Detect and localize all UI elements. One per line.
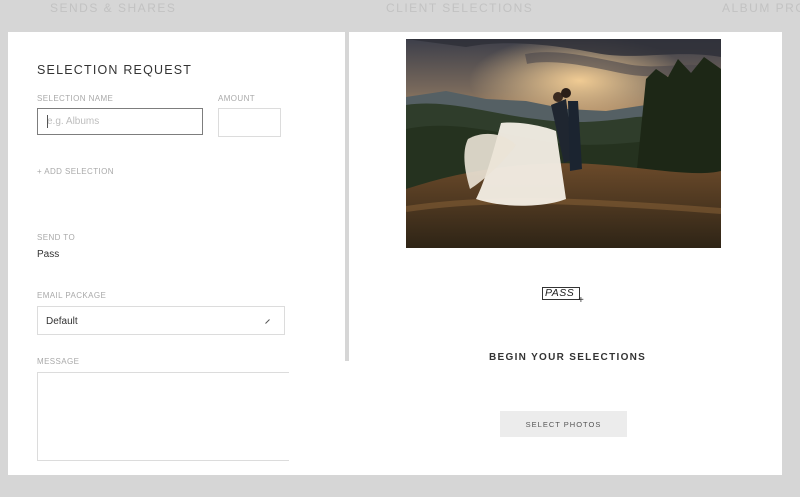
chevron-down-icon [265, 319, 270, 324]
amount-label: AMOUNT [218, 94, 256, 103]
selection-name-label: SELECTION NAME [37, 94, 114, 103]
message-label: MESSAGE [37, 357, 80, 366]
add-selection-link[interactable]: + ADD SELECTION [37, 167, 114, 176]
select-photos-button[interactable]: SELECT PHOTOS [500, 411, 627, 437]
pass-logo: PASS + [542, 287, 587, 306]
email-package-select[interactable]: Default [37, 306, 285, 335]
selection-name-input[interactable] [37, 108, 203, 135]
email-package-value: Default [46, 316, 78, 327]
top-nav: SENDS & SHARES CLIENT SELECTIONS ALBUM P… [0, 0, 800, 16]
nav-client-selections[interactable]: CLIENT SELECTIONS [386, 1, 533, 15]
amount-input[interactable] [218, 108, 281, 137]
wedding-photo-image [406, 39, 721, 248]
pass-logo-plus: + [578, 295, 584, 306]
send-to-value: Pass [37, 249, 60, 260]
app-stage: SENDS & SHARES CLIENT SELECTIONS ALBUM P… [0, 0, 800, 497]
nav-album-pro[interactable]: ALBUM PRO [722, 1, 800, 15]
panel-title: SELECTION REQUEST [37, 63, 193, 77]
preview-panel-edge [778, 32, 782, 361]
send-to-label: SEND TO [37, 233, 76, 242]
email-package-label: EMAIL PACKAGE [37, 291, 107, 300]
preview-heading: BEGIN YOUR SELECTIONS [489, 352, 647, 363]
cover-photo [406, 39, 721, 248]
message-textarea[interactable] [37, 372, 290, 461]
text-cursor [47, 115, 48, 128]
nav-sends-shares[interactable]: SENDS & SHARES [50, 1, 176, 15]
pass-logo-text: PASS [545, 287, 575, 299]
